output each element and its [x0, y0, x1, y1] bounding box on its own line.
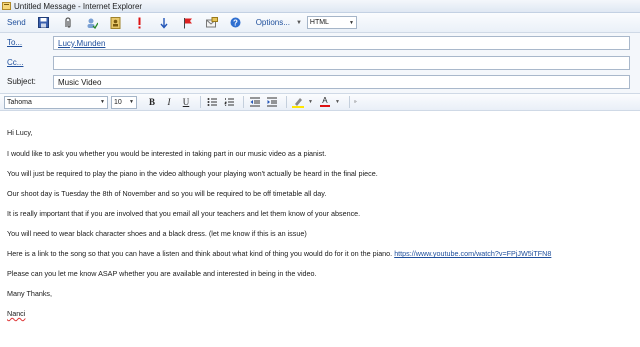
- options-button[interactable]: Options...: [256, 18, 290, 27]
- chevron-down-icon: ▼: [129, 99, 134, 105]
- message-header-fields: To... Lucy.Munden Cc... Subject: Music V…: [0, 33, 640, 93]
- chevron-down-icon[interactable]: ▼: [296, 20, 302, 26]
- signature: Nanci: [7, 309, 26, 318]
- youtube-link[interactable]: https://www.youtube.com/watch?v=FPjJW5iT…: [394, 249, 551, 258]
- toolbar-divider: [200, 96, 201, 108]
- increase-indent-icon[interactable]: [265, 96, 279, 109]
- closing: Many Thanks,: [7, 289, 53, 298]
- envelope-icon: [2, 2, 11, 10]
- chevron-down-icon: ▼: [348, 19, 354, 26]
- address-book-icon[interactable]: [108, 15, 124, 31]
- bold-button[interactable]: B: [145, 96, 159, 109]
- font-color-swatch: [319, 105, 330, 107]
- to-row: To... Lucy.Munden: [0, 34, 640, 52]
- italic-button[interactable]: I: [162, 96, 176, 109]
- to-field[interactable]: Lucy.Munden: [53, 36, 630, 50]
- paragraph-4: It is really important that if you are i…: [7, 209, 361, 218]
- title-bar: Untitled Message - Internet Explorer: [0, 0, 640, 13]
- font-color-button[interactable]: A: [318, 96, 332, 109]
- subject-label: Subject:: [7, 77, 36, 86]
- bullet-list-icon[interactable]: [205, 96, 219, 109]
- cc-row: Cc...: [0, 54, 640, 72]
- message-options-icon[interactable]: [204, 15, 220, 31]
- numbered-list-icon[interactable]: [222, 96, 236, 109]
- paragraph-7: Please can you let me know ASAP whether …: [7, 269, 317, 278]
- message-body[interactable]: Hi Lucy, I would like to ask you whether…: [0, 112, 640, 347]
- importance-high-icon[interactable]: [132, 15, 148, 31]
- message-format-value: HTML: [309, 19, 329, 26]
- recipient-name[interactable]: Lucy.Munden: [58, 39, 105, 48]
- message-format-select[interactable]: HTML ▼: [306, 16, 357, 29]
- font-size-select[interactable]: 10 ▼: [111, 95, 137, 109]
- flag-icon[interactable]: [180, 15, 196, 31]
- subject-row: Subject: Music Video: [0, 73, 640, 91]
- cc-field[interactable]: [53, 56, 630, 70]
- decrease-indent-icon[interactable]: [248, 96, 262, 109]
- paragraph-6: Here is a link to the song so that you c…: [7, 249, 551, 258]
- save-icon[interactable]: [36, 15, 52, 31]
- toolbar-divider: [286, 96, 287, 108]
- subject-field[interactable]: Music Video: [53, 75, 630, 89]
- highlight-icon[interactable]: [291, 96, 305, 109]
- chevron-down-icon: ▼: [100, 99, 105, 105]
- help-icon[interactable]: ?: [228, 15, 244, 31]
- window-title: Untitled Message - Internet Explorer: [14, 1, 143, 11]
- font-color-letter: A: [322, 96, 328, 105]
- underline-button[interactable]: U: [179, 96, 193, 109]
- cc-button[interactable]: Cc...: [7, 58, 23, 67]
- toolbar-divider: [243, 96, 244, 108]
- paragraph-1: I would like to ask you whether you woul…: [7, 149, 327, 158]
- font-family-value: Tahoma: [7, 98, 32, 106]
- importance-low-icon[interactable]: [156, 15, 172, 31]
- toolbar-divider: [348, 96, 350, 108]
- font-family-select[interactable]: Tahoma ▼: [4, 95, 108, 109]
- send-button[interactable]: Send: [7, 18, 26, 27]
- formatting-toolbar: Tahoma ▼ 10 ▼ B I U ▼ A ▼ »: [0, 93, 640, 111]
- svg-text:?: ?: [233, 19, 238, 28]
- more-options-icon[interactable]: »: [354, 99, 357, 105]
- greeting: Hi Lucy,: [7, 128, 33, 137]
- attach-icon[interactable]: [60, 15, 76, 31]
- paragraph-6-text: Here is a link to the song so that you c…: [7, 249, 395, 258]
- paragraph-2: You will just be required to play the pi…: [7, 169, 378, 178]
- font-size-value: 10: [114, 98, 122, 106]
- paragraph-3: Our shoot day is Tuesday the 8th of Nove…: [7, 189, 327, 198]
- check-names-icon[interactable]: [84, 15, 100, 31]
- to-button[interactable]: To...: [7, 38, 22, 47]
- paragraph-5: You will need to wear black character sh…: [7, 229, 307, 238]
- chevron-down-icon[interactable]: ▼: [308, 99, 313, 105]
- chevron-down-icon[interactable]: ▼: [335, 99, 340, 105]
- message-toolbar: Send ? Options... ▼ HTML ▼: [0, 13, 640, 33]
